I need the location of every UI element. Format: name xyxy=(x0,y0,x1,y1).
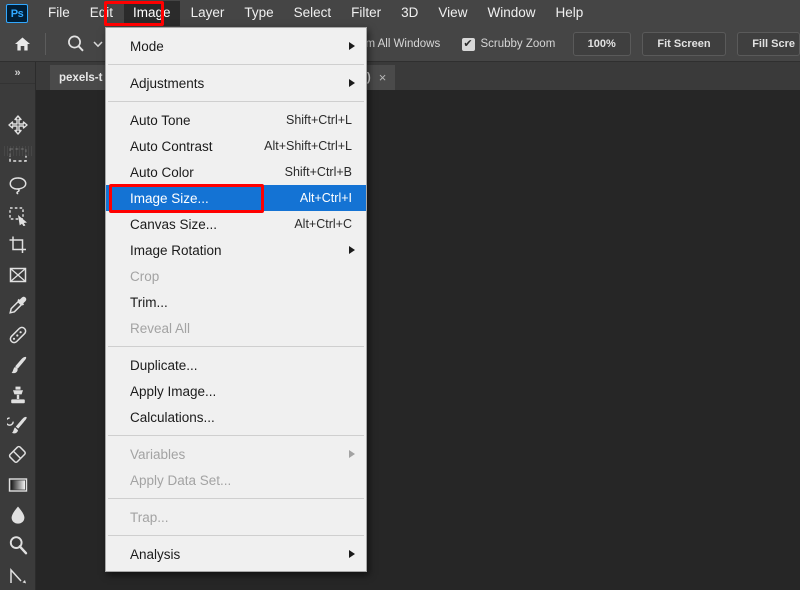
scrubby-zoom-label: Scrubby Zoom xyxy=(480,38,556,50)
submenu-arrow-icon xyxy=(349,42,355,50)
menu-item-canvas-size[interactable]: Canvas Size... Alt+Ctrl+C xyxy=(106,211,366,237)
menu-edit[interactable]: Edit xyxy=(81,1,122,26)
menu-item-shortcut: Alt+Ctrl+C xyxy=(294,217,352,231)
scrubby-zoom-checkbox[interactable]: ✔ Scrubby Zoom xyxy=(461,37,556,51)
image-menu-dropdown: Mode Adjustments Auto Tone Shift+Ctrl+L Auto… xyxy=(105,27,367,572)
menu-item-label: Reveal All xyxy=(130,320,191,336)
menu-type[interactable]: Type xyxy=(235,1,282,26)
menu-item-reveal-all: Reveal All xyxy=(106,315,366,341)
photoshop-logo: Ps xyxy=(6,4,28,23)
menu-file[interactable]: File xyxy=(39,1,79,26)
menu-separator xyxy=(108,498,364,499)
eyedropper-tool[interactable] xyxy=(0,290,35,320)
pen-tool[interactable] xyxy=(0,560,35,590)
menu-help[interactable]: Help xyxy=(546,1,592,26)
menu-item-label: Trim... xyxy=(130,294,168,310)
menu-separator xyxy=(108,346,364,347)
eraser-tool[interactable] xyxy=(0,440,35,470)
blur-tool[interactable] xyxy=(0,500,35,530)
frame-tool[interactable] xyxy=(0,260,35,290)
menu-item-label: Analysis xyxy=(130,546,181,562)
menu-image[interactable]: Image xyxy=(124,1,180,26)
brush-tool[interactable] xyxy=(0,350,35,380)
menu-item-shortcut: Shift+Ctrl+L xyxy=(285,113,352,127)
menu-item-label: Image Size... xyxy=(130,190,209,206)
zoom-100-button[interactable]: 100% xyxy=(572,32,631,56)
menu-item-calculations[interactable]: Calculations... xyxy=(106,404,366,430)
menu-item-shortcut: Alt+Ctrl+I xyxy=(299,191,352,205)
submenu-arrow-icon xyxy=(349,246,355,254)
menu-item-label: Duplicate... xyxy=(130,357,198,373)
menu-bar: Ps File Edit Image Layer Type Select Filter 3D V… xyxy=(0,0,800,27)
menu-item-label: Canvas Size... xyxy=(130,216,218,232)
menu-item-label: Calculations... xyxy=(130,409,215,425)
menu-item-label: Trap... xyxy=(130,509,169,525)
lasso-tool[interactable] xyxy=(0,170,35,200)
menu-item-shortcut: Alt+Shift+Ctrl+L xyxy=(264,139,352,153)
menu-item-image-size[interactable]: Image Size... Alt+Ctrl+I xyxy=(106,185,366,211)
chevron-down-icon[interactable] xyxy=(91,31,105,57)
menu-item-auto-contrast[interactable]: Auto Contrast Alt+Shift+Ctrl+L xyxy=(106,133,366,159)
menu-window[interactable]: Window xyxy=(478,1,544,26)
tools-panel: » xyxy=(0,62,36,590)
menu-3d[interactable]: 3D xyxy=(392,1,427,26)
menu-item-trap: Trap... xyxy=(106,504,366,530)
panel-expander-button[interactable]: » xyxy=(0,62,35,84)
submenu-arrow-icon xyxy=(349,79,355,87)
photoshop-window: » pexels-t % (RGB/8) × Zoom All Windows … xyxy=(0,0,800,590)
menu-view[interactable]: View xyxy=(429,1,476,26)
menu-select[interactable]: Select xyxy=(285,1,341,26)
menu-item-label: Image Rotation xyxy=(130,242,222,258)
menu-item-label: Auto Tone xyxy=(130,112,191,128)
menu-item-apply-image[interactable]: Apply Image... xyxy=(106,378,366,404)
submenu-arrow-icon xyxy=(349,450,355,458)
menu-item-label: Mode xyxy=(130,38,164,54)
menu-separator xyxy=(108,535,364,536)
home-icon[interactable] xyxy=(8,31,37,57)
menu-item-label: Adjustments xyxy=(130,75,205,91)
menu-item-label: Apply Data Set... xyxy=(130,472,232,488)
menu-item-label: Auto Color xyxy=(130,164,194,180)
clone-stamp-tool[interactable] xyxy=(0,380,35,410)
close-icon[interactable]: × xyxy=(379,70,387,85)
document-tab-label-left: pexels-t xyxy=(59,71,103,84)
menu-separator xyxy=(108,101,364,102)
menu-separator xyxy=(108,64,364,65)
spot-healing-brush-tool[interactable] xyxy=(0,320,35,350)
checkmark-icon: ✔ xyxy=(461,37,475,51)
menu-filter[interactable]: Filter xyxy=(342,1,390,26)
fit-screen-button[interactable]: Fit Screen xyxy=(642,32,726,56)
crop-tool[interactable] xyxy=(0,230,35,260)
menu-item-apply-data-set: Apply Data Set... xyxy=(106,467,366,493)
menu-item-label: Crop xyxy=(130,268,160,284)
menu-item-label: Apply Image... xyxy=(130,383,217,399)
menu-item-image-rotation[interactable]: Image Rotation xyxy=(106,237,366,263)
menu-item-duplicate[interactable]: Duplicate... xyxy=(106,352,366,378)
zoom-magnifier-icon[interactable] xyxy=(62,31,91,57)
toolbar-grip xyxy=(4,146,32,156)
menu-item-label: Variables xyxy=(130,446,186,462)
menu-item-analysis[interactable]: Analysis xyxy=(106,541,366,567)
menu-item-trim[interactable]: Trim... xyxy=(106,289,366,315)
menu-separator xyxy=(108,435,364,436)
menu-item-shortcut: Shift+Ctrl+B xyxy=(284,165,352,179)
options-separator xyxy=(44,33,46,55)
submenu-arrow-icon xyxy=(349,550,355,558)
quick-selection-tool[interactable] xyxy=(0,200,35,230)
history-brush-tool[interactable] xyxy=(0,410,35,440)
menu-item-label: Auto Contrast xyxy=(130,138,213,154)
menu-item-crop: Crop xyxy=(106,263,366,289)
dodge-tool[interactable] xyxy=(0,530,35,560)
menu-item-auto-color[interactable]: Auto Color Shift+Ctrl+B xyxy=(106,159,366,185)
menu-item-mode[interactable]: Mode xyxy=(106,33,366,59)
menu-layer[interactable]: Layer xyxy=(182,1,234,26)
menu-item-variables: Variables xyxy=(106,441,366,467)
gradient-tool[interactable] xyxy=(0,470,35,500)
fill-screen-button[interactable]: Fill Scre xyxy=(737,32,800,56)
move-tool[interactable] xyxy=(0,110,35,140)
menu-item-auto-tone[interactable]: Auto Tone Shift+Ctrl+L xyxy=(106,107,366,133)
menu-item-adjustments[interactable]: Adjustments xyxy=(106,70,366,96)
